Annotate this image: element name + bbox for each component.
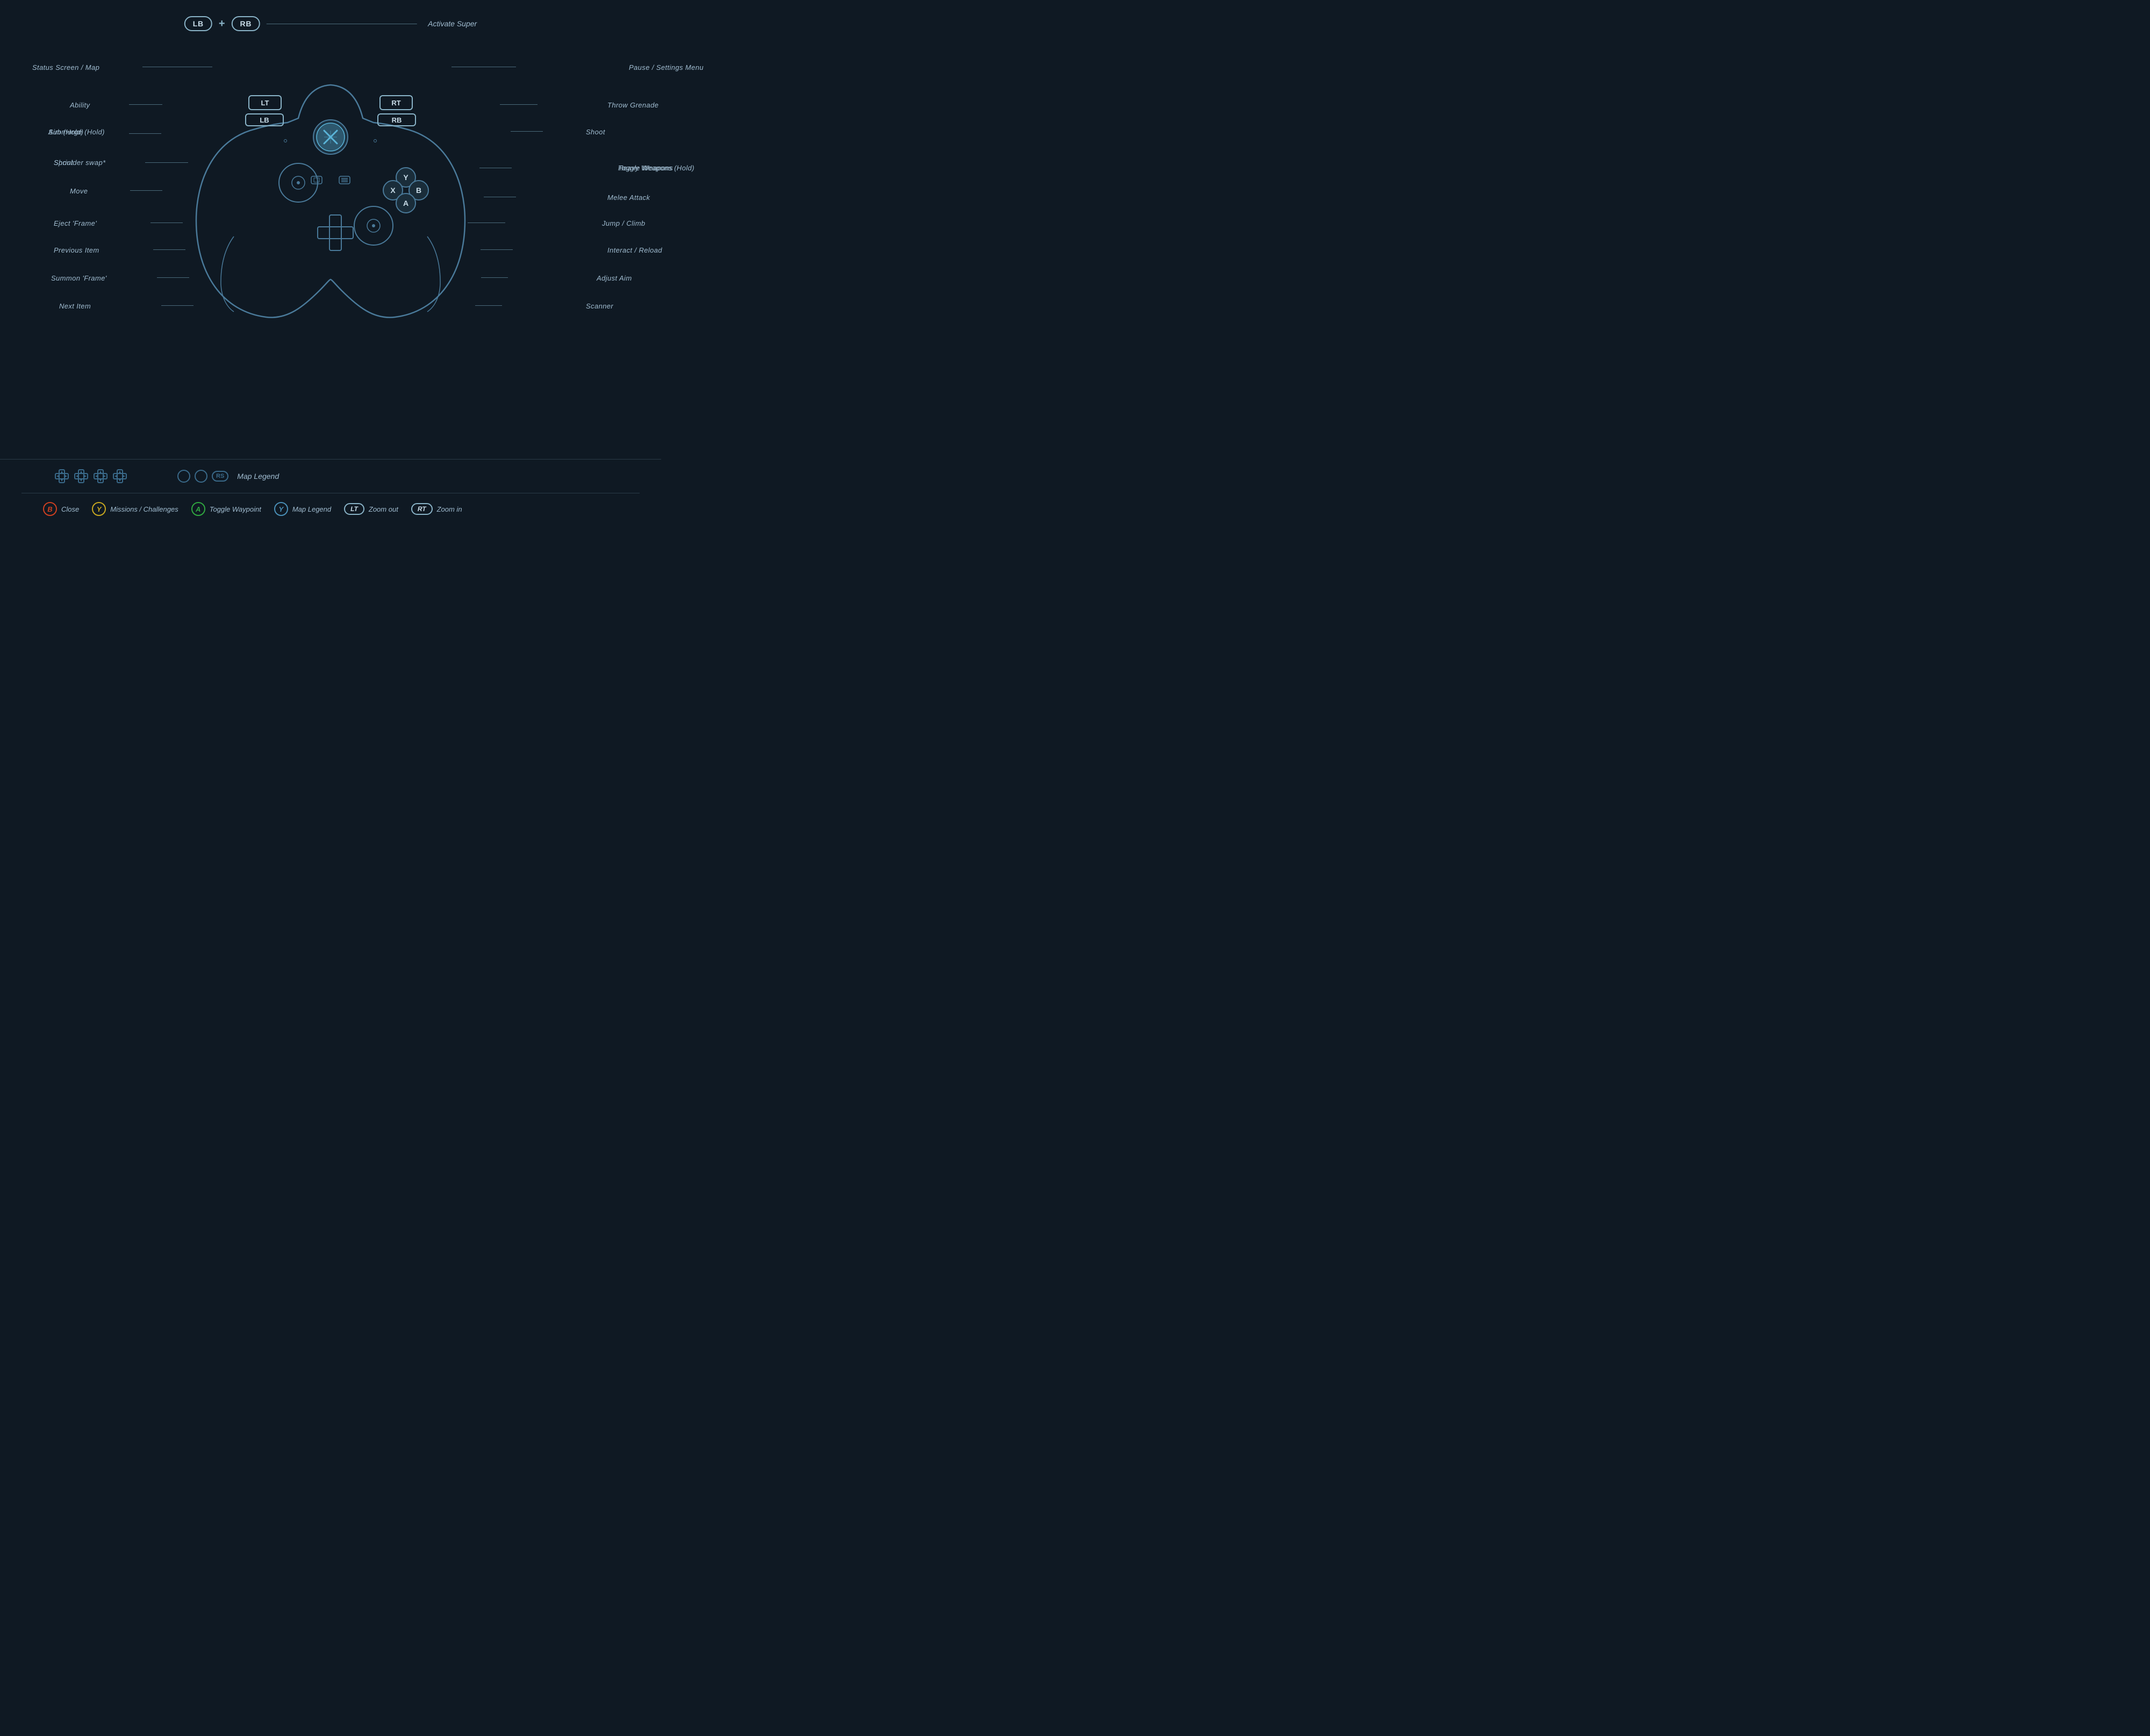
dpad-row: RS Map Legend	[22, 468, 640, 484]
btn-y-maplegend: Y	[274, 502, 288, 516]
line-interact	[481, 249, 513, 250]
line-aim	[129, 133, 161, 134]
legend-waypoint-label: Toggle Waypoint	[210, 505, 261, 513]
line-ability	[129, 104, 162, 105]
line-shoot	[511, 131, 543, 132]
btn-b-close: B	[43, 502, 57, 516]
line-next-item	[161, 305, 194, 306]
circle-icon-1	[177, 470, 190, 483]
legend-toggle-waypoint: A Toggle Waypoint	[191, 502, 261, 516]
line-previous-item	[153, 249, 185, 250]
legend-missions-label: Missions / Challenges	[110, 505, 178, 513]
line-move	[130, 190, 162, 191]
line-adjust-aim	[481, 277, 508, 278]
dpad-icon-3	[92, 468, 109, 484]
circle-icon-2	[195, 470, 207, 483]
line-summon	[157, 277, 189, 278]
line-throw-grenade	[500, 104, 538, 105]
legend-zoom-in-label: Zoom in	[437, 505, 462, 513]
btn-y-missions: Y	[92, 502, 106, 516]
legend-close: B Close	[43, 502, 79, 516]
legend-close-label: Close	[61, 505, 79, 513]
legend-maplegend-label: Map Legend	[292, 505, 331, 513]
line-sprint	[145, 162, 188, 163]
legend-zoom-out-label: Zoom out	[369, 505, 398, 513]
legend-row: B Close Y Missions / Challenges A Toggle…	[22, 502, 640, 516]
legend-missions: Y Missions / Challenges	[92, 502, 178, 516]
dpad-icon-4	[112, 468, 128, 484]
map-legend-title: Map Legend	[237, 472, 279, 480]
btn-a-waypoint: A	[191, 502, 205, 516]
line-scanner	[475, 305, 502, 306]
bottom-section: RS Map Legend B Close Y Missions / Chall…	[0, 459, 661, 527]
rs-badge: RS	[212, 471, 228, 482]
map-legend-group: RS Map Legend	[177, 470, 279, 483]
legend-map-legend: Y Map Legend	[274, 502, 331, 516]
dpad-icon-2	[73, 468, 89, 484]
dpad-icon-1	[54, 468, 70, 484]
legend-zoom-out: LT Zoom out	[344, 503, 398, 515]
main-container: LB + RB Activate Super LT LB RT RB	[0, 0, 661, 527]
badge-rt: RT	[411, 503, 433, 515]
legend-zoom-in: RT Zoom in	[411, 503, 462, 515]
labels-container: Status Screen / Map Ability Aim (Hold) S…	[0, 0, 661, 468]
badge-lt: LT	[344, 503, 364, 515]
